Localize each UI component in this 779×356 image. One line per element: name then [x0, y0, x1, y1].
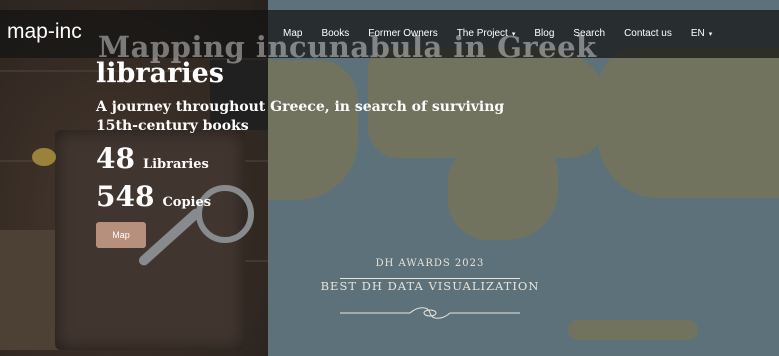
nav-item-contact[interactable]: Contact us [624, 28, 672, 39]
award-badge: DH AWARDS 2023 BEST DH DATA VISUALIZATIO… [300, 258, 560, 319]
map-button[interactable]: Map [96, 222, 146, 248]
caret-down-icon: ▾ [708, 31, 713, 38]
nav-item-label: Contact us [624, 28, 672, 39]
language-label: EN [690, 28, 705, 39]
ornament-flourish-icon [340, 307, 520, 319]
hero-title-line2: libraries [96, 58, 224, 89]
stat-label: Copies [162, 195, 212, 210]
hero-section: map-inc Map Books Former Owners The Proj… [0, 0, 779, 356]
language-selector[interactable]: EN ▾ [691, 28, 712, 39]
site-logo[interactable]: map-inc [7, 20, 82, 44]
award-divider [340, 278, 520, 279]
stat-copies: 548 Copies [96, 180, 211, 213]
stat-libraries: 48 Libraries [96, 142, 209, 175]
stat-number: 548 [96, 180, 155, 213]
hero-subtitle: A journey throughout Greece, in search o… [96, 99, 505, 134]
award-subtitle: BEST DH DATA VISUALIZATION [320, 279, 540, 293]
stat-number: 48 [96, 142, 135, 175]
stat-label: Libraries [142, 157, 209, 172]
award-title: DH AWARDS 2023 [375, 258, 485, 269]
